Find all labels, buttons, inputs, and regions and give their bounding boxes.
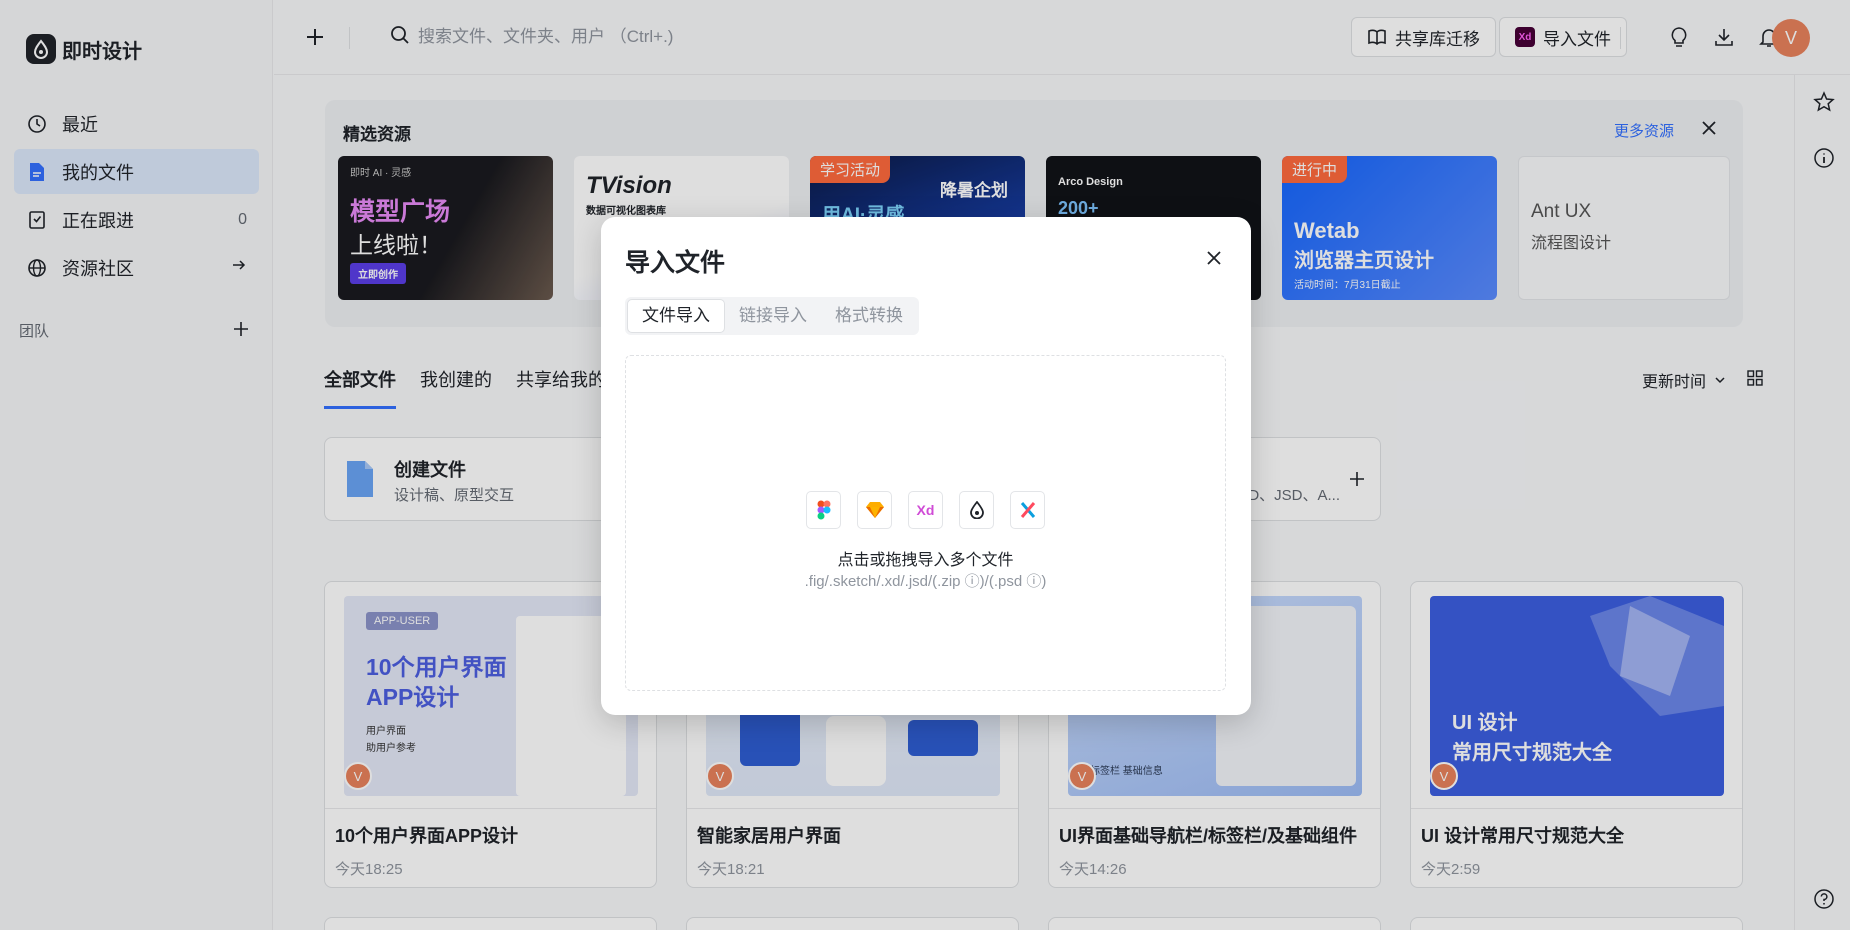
jsd-icon: [959, 491, 994, 529]
axure-icon: [1010, 491, 1045, 529]
import-mode-tabs: 文件导入 链接导入 格式转换: [625, 297, 919, 335]
drop-instruction: 点击或拖拽导入多个文件: [837, 552, 1014, 569]
file-drop-zone[interactable]: Xd 点击或拖拽导入多个文件 .fig/.sketch/.xd/.jsd/(.z…: [625, 355, 1226, 691]
close-icon[interactable]: [1203, 247, 1225, 269]
supported-formats: .fig/.sketch/.xd/.jsd/(.zip ⓘ)/(.psd ⓘ): [804, 573, 1047, 590]
xd-icon: Xd: [908, 491, 943, 529]
tab-format-convert[interactable]: 格式转换: [821, 299, 917, 333]
format-icons: Xd: [626, 491, 1225, 529]
dialog-title: 导入文件: [625, 249, 726, 277]
import-file-dialog: 导入文件 文件导入 链接导入 格式转换 Xd 点击或拖拽导入多个文件 .fig/…: [601, 217, 1251, 715]
tab-file-import[interactable]: 文件导入: [627, 299, 725, 333]
figma-icon: [806, 491, 841, 529]
sketch-icon: [857, 491, 892, 529]
tab-link-import[interactable]: 链接导入: [725, 299, 821, 333]
